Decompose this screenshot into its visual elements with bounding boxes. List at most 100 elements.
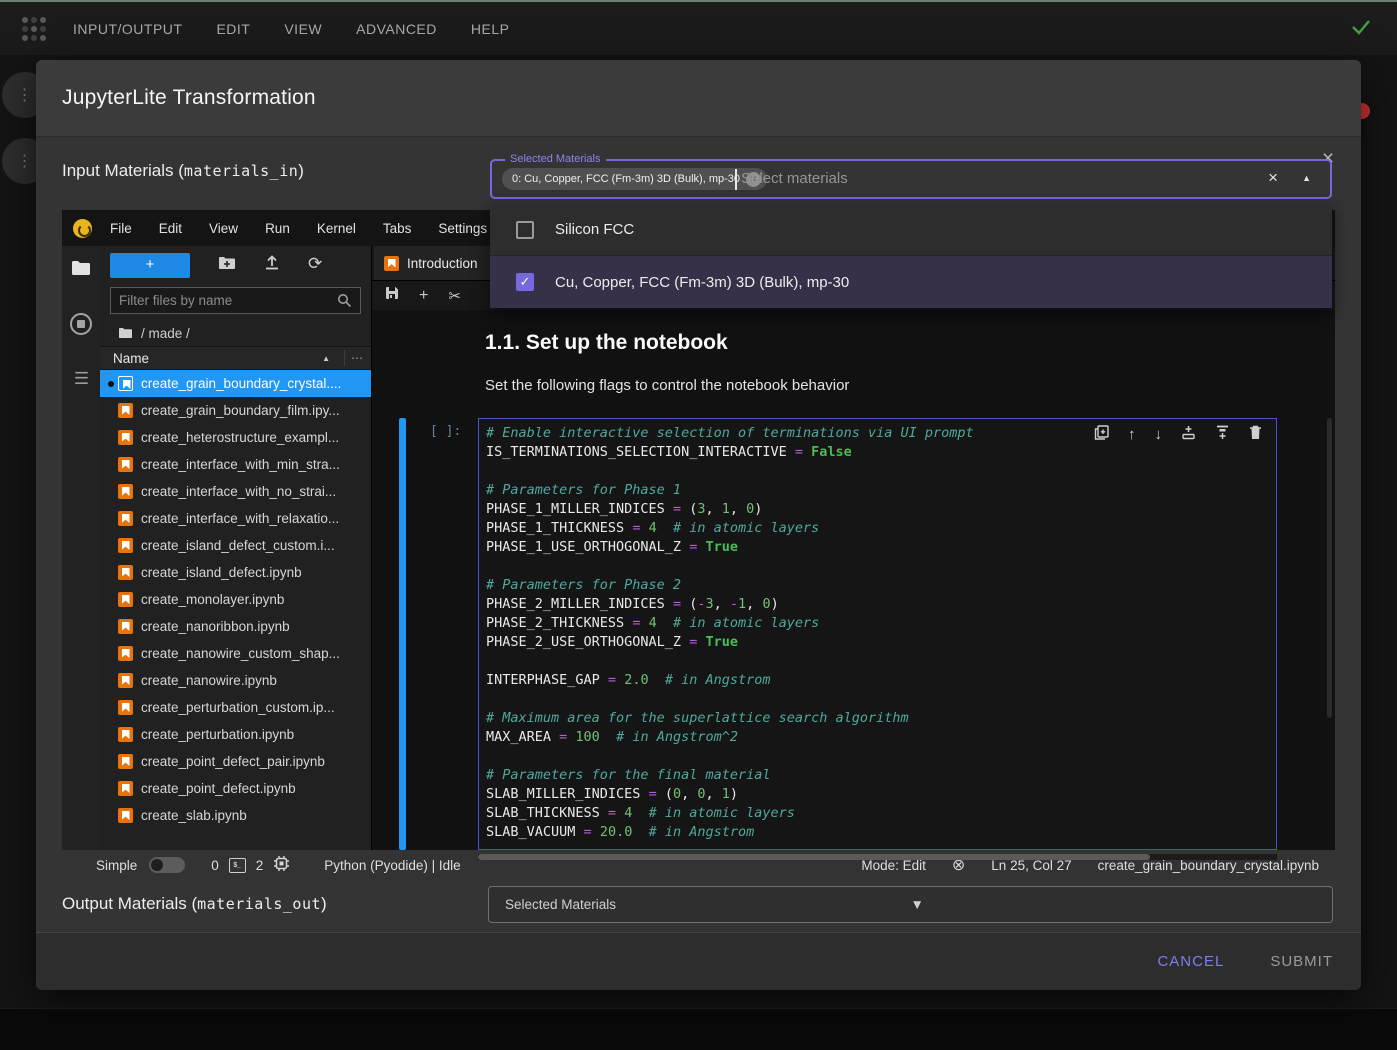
file-row[interactable]: create_grain_boundary_film.ipy... <box>100 397 371 424</box>
name-column-header[interactable]: Name <box>113 351 322 366</box>
jupyter-menus: FileEditViewRunKernelTabsSettingsHelp <box>110 221 542 236</box>
jupyter-menu-tabs[interactable]: Tabs <box>383 221 412 236</box>
file-row[interactable]: create_perturbation.ipynb <box>100 721 371 748</box>
code-lines: # Enable interactive selection of termin… <box>486 425 1276 843</box>
file-row[interactable]: create_point_defect.ipynb <box>100 775 371 802</box>
materials-select-input[interactable]: Selected Materials 0: Cu, Copper, FCC (F… <box>490 159 1332 199</box>
duplicate-cell-icon[interactable] <box>1094 425 1109 443</box>
table-of-contents-tab-icon[interactable]: ☰ <box>74 369 88 389</box>
checkbox-checked-icon[interactable]: ✓ <box>516 273 534 291</box>
file-row[interactable]: create_perturbation_custom.ip... <box>100 694 371 721</box>
output-select-value: Selected Materials <box>505 897 911 912</box>
file-row[interactable]: create_point_defect_pair.ipynb <box>100 748 371 775</box>
insert-cell-below-icon[interactable] <box>1215 425 1230 443</box>
notebook-file-icon <box>118 457 133 472</box>
menu-input-output[interactable]: INPUT/OUTPUT <box>73 21 182 37</box>
active-cell-indicator[interactable] <box>399 418 406 850</box>
terminals-count[interactable]: 0 <box>211 858 219 873</box>
sort-ascending-icon: ▲ <box>322 354 330 363</box>
file-name: create_interface_with_no_strai... <box>141 484 336 499</box>
file-row[interactable]: create_heterostructure_exampl... <box>100 424 371 451</box>
cell-toolbar: ↑ ↓ <box>1094 425 1262 443</box>
material-option[interactable]: ✓Cu, Copper, FCC (Fm-3m) 3D (Bulk), mp-3… <box>490 256 1332 308</box>
clear-selection-icon[interactable]: × <box>1268 168 1278 188</box>
jupyter-menu-file[interactable]: File <box>110 221 132 236</box>
folder-icon <box>118 327 133 339</box>
menu-advanced[interactable]: ADVANCED <box>356 21 437 37</box>
menu-help[interactable]: HELP <box>471 21 510 37</box>
menu-view[interactable]: VIEW <box>284 21 322 37</box>
code-line: PHASE_2_THICKNESS = 4 # in atomic layers <box>486 615 1276 634</box>
search-icon <box>337 293 352 308</box>
status-check-icon <box>1351 19 1371 40</box>
file-row[interactable]: create_nanoribbon.ipynb <box>100 613 371 640</box>
app-menu-bar: INPUT/OUTPUT EDIT VIEW ADVANCED HELP <box>73 21 509 37</box>
output-materials-select[interactable]: Selected Materials ▼ <box>488 886 1333 923</box>
app-bar: INPUT/OUTPUT EDIT VIEW ADVANCED HELP <box>0 0 1397 55</box>
file-list-header[interactable]: Name ▲ ⋯ <box>100 346 371 370</box>
file-row[interactable]: create_monolayer.ipynb <box>100 586 371 613</box>
notebook-file-icon <box>118 592 133 607</box>
file-name: create_nanowire.ipynb <box>141 673 277 688</box>
more-columns-icon[interactable]: ⋯ <box>351 351 363 365</box>
save-icon[interactable] <box>385 286 399 305</box>
notebook-file-icon <box>118 808 133 823</box>
insert-cell-above-icon[interactable] <box>1181 425 1196 443</box>
checkbox-unchecked-icon[interactable] <box>516 221 534 239</box>
code-cell-editor[interactable]: # Enable interactive selection of termin… <box>478 418 1277 850</box>
code-line: INTERPHASE_GAP = 2.0 # in Angstrom <box>486 672 1276 691</box>
jupyter-menu-settings[interactable]: Settings <box>438 221 487 236</box>
material-chip[interactable]: 0: Cu, Copper, FCC (Fm-3m) 3D (Bulk), mp… <box>502 168 767 190</box>
delete-cell-icon[interactable] <box>1249 425 1262 443</box>
file-row[interactable]: create_nanowire_custom_shap... <box>100 640 371 667</box>
menu-edit[interactable]: EDIT <box>216 21 250 37</box>
app-logo-icon[interactable] <box>22 17 46 41</box>
file-row[interactable]: create_interface_with_min_stra... <box>100 451 371 478</box>
new-folder-icon[interactable] <box>218 256 236 275</box>
file-row[interactable]: create_island_defect_custom.i... <box>100 532 371 559</box>
submit-button[interactable]: SUBMIT <box>1270 953 1333 970</box>
cut-cell-icon[interactable]: ✂ <box>448 287 461 305</box>
vertical-scrollbar[interactable] <box>1327 418 1332 718</box>
jupyter-menu-view[interactable]: View <box>209 221 238 236</box>
materials-select-floating-label: Selected Materials <box>505 153 606 165</box>
file-name: create_interface_with_relaxatio... <box>141 511 339 526</box>
upload-icon[interactable] <box>264 255 280 275</box>
running-sessions-tab-icon[interactable] <box>70 313 92 335</box>
code-line <box>486 653 1276 672</box>
dropdown-collapse-icon[interactable]: ▲ <box>1302 173 1311 183</box>
code-line: IS_TERMINATIONS_SELECTION_INTERACTIVE = … <box>486 444 1276 463</box>
file-row[interactable]: create_island_defect.ipynb <box>100 559 371 586</box>
file-name: create_monolayer.ipynb <box>141 592 284 607</box>
file-browser-tab-icon[interactable] <box>71 260 91 281</box>
file-row[interactable]: create_slab.ipynb <box>100 802 371 829</box>
move-cell-down-icon[interactable]: ↓ <box>1155 427 1163 442</box>
material-option[interactable]: Silicon FCC <box>490 204 1332 256</box>
file-row[interactable]: create_interface_with_relaxatio... <box>100 505 371 532</box>
add-cell-icon[interactable]: + <box>419 287 428 305</box>
file-row[interactable]: create_interface_with_no_strai... <box>100 478 371 505</box>
kernel-status[interactable]: Python (Pyodide) | Idle <box>324 858 460 873</box>
code-line: SLAB_THICKNESS = 4 # in atomic layers <box>486 805 1276 824</box>
file-name: create_slab.ipynb <box>141 808 247 823</box>
breadcrumb[interactable]: / made / <box>100 320 371 346</box>
file-row[interactable]: create_grain_boundary_crystal.... <box>100 370 371 397</box>
refresh-icon[interactable]: ⟳ <box>308 254 322 274</box>
notebook-file-icon <box>118 484 133 499</box>
cancel-button[interactable]: CANCEL <box>1157 953 1224 970</box>
code-line: # Maximum area for the superlattice sear… <box>486 710 1276 729</box>
kernels-count[interactable]: 2 <box>256 858 264 873</box>
notebook-file-icon <box>118 538 133 553</box>
code-line: PHASE_1_THICKNESS = 4 # in atomic layers <box>486 520 1276 539</box>
jupyter-menu-run[interactable]: Run <box>265 221 290 236</box>
simple-mode-toggle[interactable] <box>149 857 185 873</box>
file-row[interactable]: create_nanowire.ipynb <box>100 667 371 694</box>
new-launcher-button[interactable]: + <box>110 253 190 278</box>
file-filter-input[interactable]: Filter files by name <box>110 287 361 314</box>
jupyter-menu-kernel[interactable]: Kernel <box>317 221 356 236</box>
move-cell-up-icon[interactable]: ↑ <box>1128 427 1136 442</box>
notebook-content[interactable]: 1.1. Set up the notebook Set the followi… <box>372 310 1335 850</box>
jupyter-menu-edit[interactable]: Edit <box>159 221 182 236</box>
code-line: # Parameters for Phase 2 <box>486 577 1276 596</box>
horizontal-scrollbar[interactable] <box>478 854 1277 860</box>
